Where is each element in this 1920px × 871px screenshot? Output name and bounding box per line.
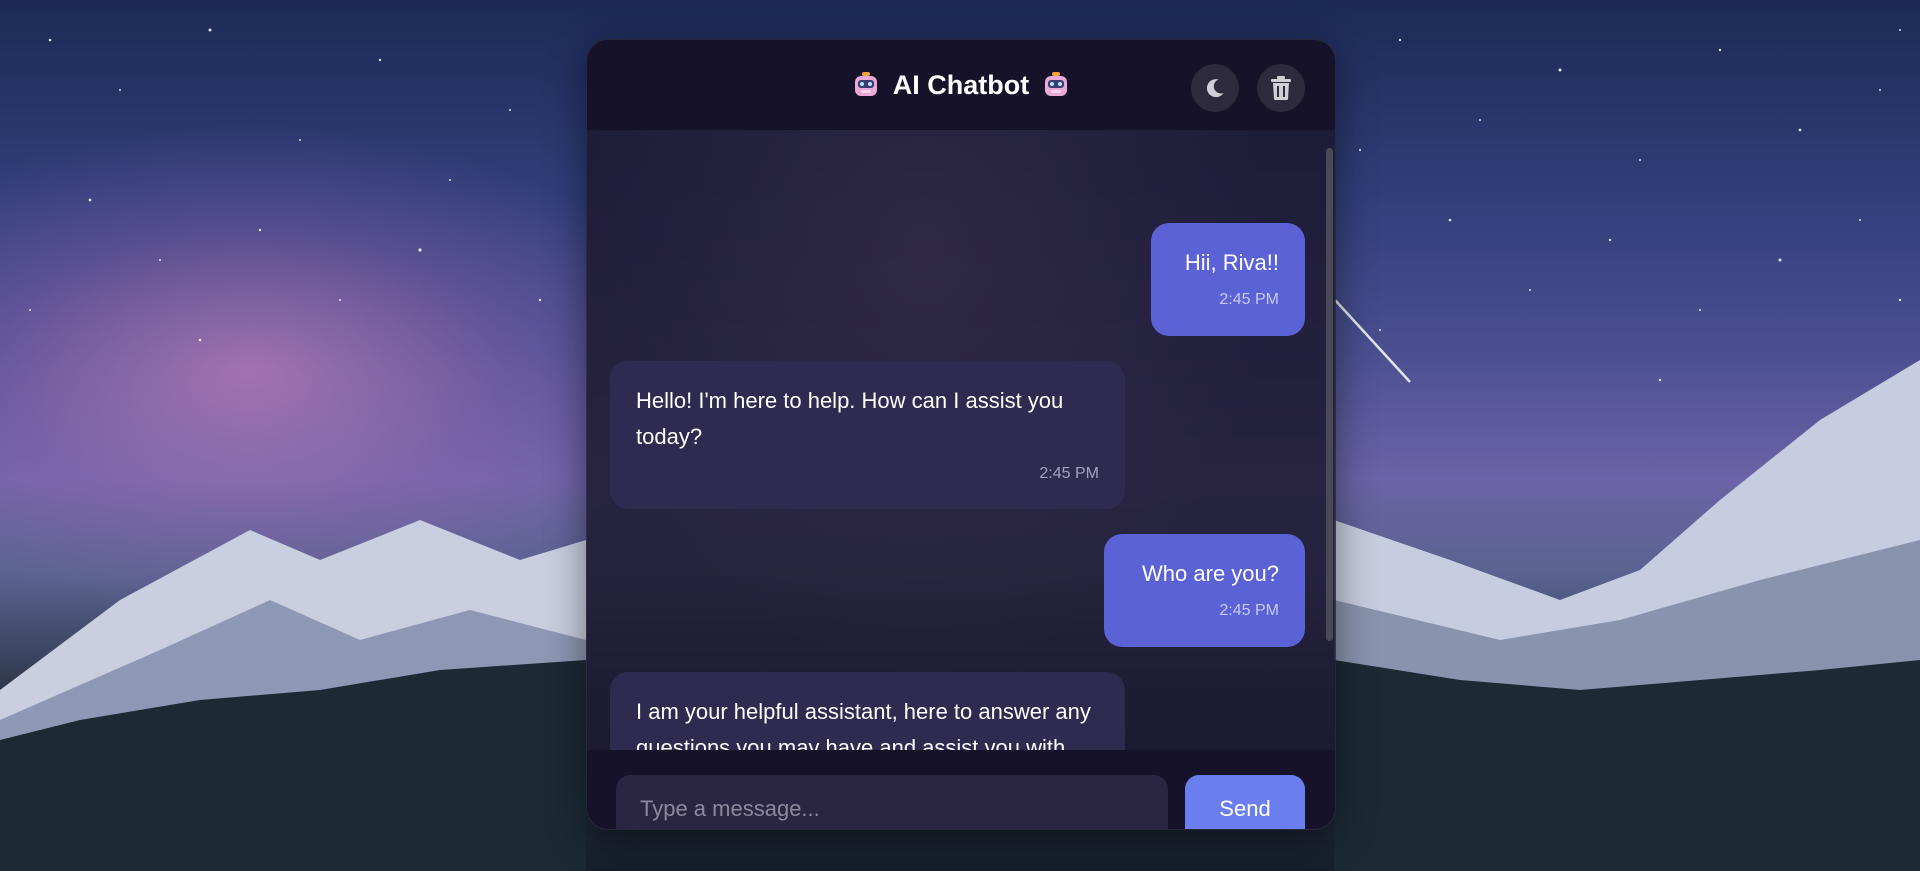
message-text: Hii, Riva!! [1184, 250, 1279, 275]
scrollbar-thumb[interactable] [1326, 148, 1333, 641]
message-list[interactable]: Hii, Riva!! 2:45 PM Hello! I'm here to h… [587, 130, 1335, 750]
message-timestamp: 2:45 PM [1219, 602, 1279, 619]
send-button[interactable]: Send [1185, 775, 1305, 829]
trash-icon [1271, 76, 1291, 100]
clear-chat-button[interactable] [1257, 64, 1305, 112]
robot-icon [854, 72, 877, 96]
message-bubble-bot: I am your helpful assistant, here to ans… [610, 672, 1125, 750]
message-timestamp: 2:45 PM [1039, 465, 1099, 482]
message-input[interactable] [616, 775, 1168, 829]
theme-toggle-button[interactable] [1191, 64, 1239, 112]
message-text: Hello! I'm here to help. How can I assis… [636, 388, 1064, 449]
message-bubble-bot: Hello! I'm here to help. How can I assis… [610, 361, 1125, 509]
chat-header: AI Chatbot [587, 40, 1335, 130]
message-bubble-user: Hii, Riva!! 2:45 PM [1151, 223, 1305, 336]
message-bubble-user: Who are you? 2:45 PM [1104, 534, 1305, 647]
page-title: AI Chatbot [892, 69, 1030, 100]
message-timestamp: 2:45 PM [1219, 291, 1279, 308]
message-text: Who are you? [1142, 561, 1279, 586]
robot-icon [1045, 72, 1068, 96]
chat-window: AI Chatbot Hii, Riva!! 2:45 PM Hello! I'… [586, 39, 1336, 830]
composer-bar: Send [587, 750, 1335, 829]
moon-icon [1206, 79, 1224, 98]
message-text: I am your helpful assistant, here to ans… [636, 699, 1091, 750]
